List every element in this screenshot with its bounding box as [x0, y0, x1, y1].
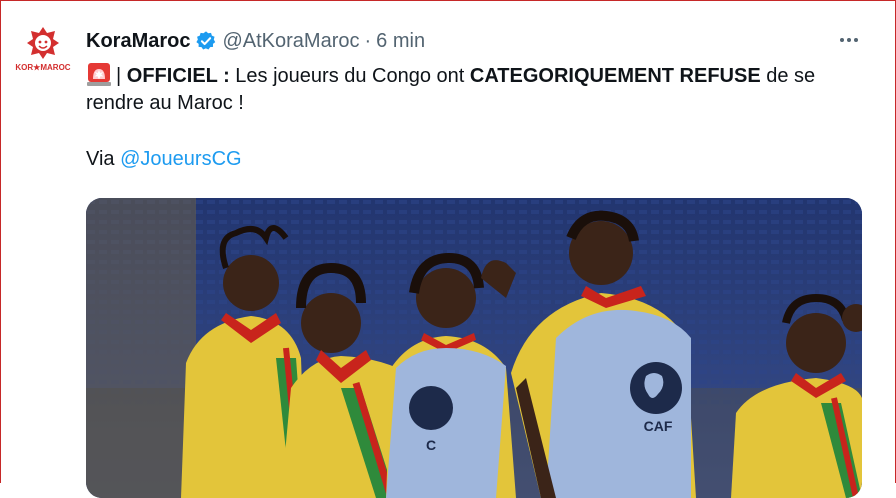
text-prefix: |	[116, 65, 127, 87]
lion-icon: KOR★MAROC	[15, 27, 71, 72]
tweet-text-line-1: | OFFICIEL : Les joueurs du Congo ont CA…	[86, 61, 866, 89]
author-handle[interactable]: @AtKoraMaroc	[222, 30, 359, 53]
police-light-icon	[87, 63, 111, 86]
more-options-icon[interactable]	[836, 31, 862, 49]
text-tail-line1: de se	[760, 65, 816, 87]
tweet-timestamp[interactable]: 6 min	[376, 30, 425, 53]
svg-text:C: C	[426, 437, 436, 453]
players-photo: C CAF	[86, 198, 862, 498]
avatar[interactable]: KOR★MAROC	[15, 23, 71, 73]
tweet-card[interactable]: KOR★MAROC KoraMaroc @AtKoraMaroc · 6 min…	[0, 0, 896, 498]
header-separator: ·	[364, 29, 372, 52]
tweet-text-via: Via @JoueursCG	[86, 145, 866, 173]
text-bold-officiel: OFFICIEL :	[126, 65, 230, 87]
tweet-text-line-2: rendre au Maroc !	[86, 92, 244, 114]
avatar-brand-text: KOR★MAROC	[15, 63, 70, 72]
via-label: Via	[86, 148, 121, 170]
verified-badge-icon	[196, 31, 216, 50]
bib-caf-text: CAF	[644, 418, 673, 434]
tweet-media-photo[interactable]: C CAF	[86, 198, 862, 498]
text-middle: Les joueurs du Congo ont	[229, 65, 470, 87]
author-name[interactable]: KoraMaroc	[86, 30, 190, 53]
text-bold-refuse: CATEGORIQUEMENT REFUSE	[469, 65, 761, 87]
tweet-header: KoraMaroc @AtKoraMaroc · 6 min	[86, 29, 425, 53]
tweet-text-blank	[86, 117, 866, 145]
tweet-text: | OFFICIEL : Les joueurs du Congo ont CA…	[86, 61, 866, 173]
via-mention-link[interactable]: @JoueursCG	[120, 148, 241, 170]
